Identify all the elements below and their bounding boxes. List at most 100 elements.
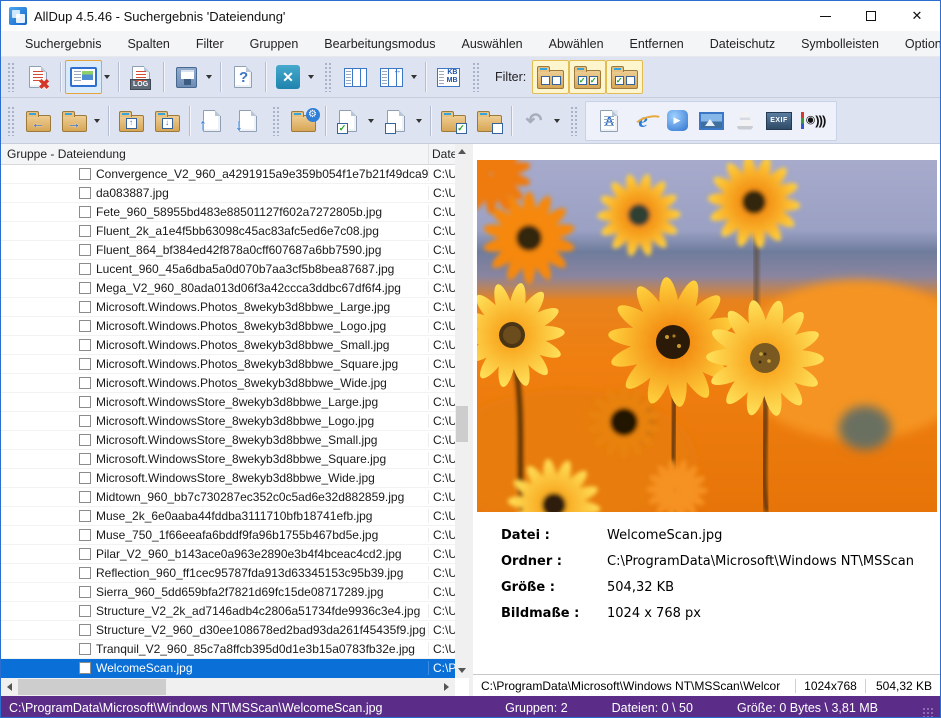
- select-folder-button[interactable]: ✓: [435, 104, 471, 138]
- menu-bearbeitungsmodus[interactable]: Bearbeitungsmodus: [311, 33, 448, 55]
- file-checkbox[interactable]: [79, 624, 91, 636]
- file-checkbox[interactable]: [79, 358, 91, 370]
- list-item[interactable]: Microsoft.WindowsStore_8wekyb3d8bbwe_Lar…: [1, 393, 455, 412]
- file-checkbox[interactable]: [79, 320, 91, 332]
- list-item[interactable]: Microsoft.Windows.Photos_8wekyb3d8bbwe_S…: [1, 355, 455, 374]
- horizontal-scrollbar[interactable]: [1, 678, 455, 696]
- vlc-button[interactable]: [728, 105, 762, 137]
- list-item[interactable]: Microsoft.Windows.Photos_8wekyb3d8bbwe_L…: [1, 298, 455, 317]
- column-header-path[interactable]: Date: [429, 144, 455, 164]
- vertical-scrollbar[interactable]: [455, 144, 469, 678]
- next-folder-button[interactable]: →: [56, 104, 92, 138]
- deselect-file-dropdown[interactable]: [416, 119, 422, 123]
- folder-down-button[interactable]: ↓: [149, 104, 185, 138]
- file-checkbox[interactable]: [79, 187, 91, 199]
- scroll-down-arrow[interactable]: [455, 663, 469, 678]
- list-item[interactable]: Muse_2k_6e0aaba44fddba3111710bfb18741efb…: [1, 507, 455, 526]
- list-item[interactable]: Structure_V2_960_d30ee108678ed2bad93da26…: [1, 621, 455, 640]
- list-item[interactable]: Microsoft.WindowsStore_8wekyb3d8bbwe_Log…: [1, 412, 455, 431]
- file-checkbox[interactable]: [79, 301, 91, 313]
- list-item[interactable]: Microsoft.Windows.Photos_8wekyb3d8bbwe_S…: [1, 336, 455, 355]
- resize-grip[interactable]: [922, 707, 934, 718]
- close-searchresult-button[interactable]: ✖: [20, 60, 56, 94]
- list-item[interactable]: Microsoft.Windows.Photos_8wekyb3d8bbwe_L…: [1, 317, 455, 336]
- column-width-dropdown[interactable]: [411, 75, 417, 79]
- file-checkbox[interactable]: [79, 586, 91, 598]
- toolbar-grip[interactable]: [7, 62, 14, 92]
- text-viewer-button[interactable]: A: [592, 105, 626, 137]
- select-file-button[interactable]: ✓: [330, 104, 366, 138]
- browser-button[interactable]: e: [626, 105, 660, 137]
- columns-button[interactable]: [337, 60, 373, 94]
- file-checkbox[interactable]: [79, 168, 91, 180]
- toolbar-grip[interactable]: [472, 62, 479, 92]
- maximize-button[interactable]: [848, 1, 894, 31]
- filesize-unit-button[interactable]: KBMB: [430, 60, 466, 94]
- list-item[interactable]: Microsoft.Windows.Photos_8wekyb3d8bbwe_W…: [1, 374, 455, 393]
- filter-mixed-button[interactable]: ✓: [606, 60, 643, 94]
- filter-checked-button[interactable]: ✓✓: [569, 60, 606, 94]
- file-checkbox[interactable]: [79, 263, 91, 275]
- menu-auswaehlen[interactable]: Auswählen: [448, 33, 535, 55]
- file-checkbox[interactable]: [79, 510, 91, 522]
- file-checkbox[interactable]: [79, 472, 91, 484]
- toolbar-grip[interactable]: [570, 106, 577, 136]
- menu-optionen[interactable]: Optionen: [892, 33, 941, 55]
- list-item[interactable]: Structure_V2_2k_ad7146adb4c2806a51734fde…: [1, 602, 455, 621]
- audio-player-button[interactable]: ◉))): [796, 105, 830, 137]
- filter-unchecked-button[interactable]: [532, 60, 569, 94]
- vertical-scroll-thumb[interactable]: [456, 406, 468, 442]
- file-checkbox[interactable]: [79, 225, 91, 237]
- list-item[interactable]: da083887.jpg C:\U: [1, 184, 455, 203]
- menu-symbolleisten[interactable]: Symbolleisten: [788, 33, 892, 55]
- preview-pane-button[interactable]: [65, 60, 102, 94]
- list-item[interactable]: Microsoft.WindowsStore_8wekyb3d8bbwe_Sma…: [1, 431, 455, 450]
- file-export-button[interactable]: ↑: [194, 104, 230, 138]
- menu-entfernen[interactable]: Entfernen: [617, 33, 697, 55]
- help-button[interactable]: ?: [225, 60, 261, 94]
- exif-viewer-button[interactable]: EXIF: [762, 105, 796, 137]
- file-checkbox[interactable]: [79, 643, 91, 655]
- close-window-button[interactable]: ✕: [270, 60, 306, 94]
- scroll-up-arrow[interactable]: [455, 144, 469, 159]
- save-dropdown[interactable]: [206, 75, 212, 79]
- list-item[interactable]: Tranquil_V2_960_85c7a8ffcb395d0d1e3b15a0…: [1, 640, 455, 659]
- menu-dateischutz[interactable]: Dateischutz: [697, 33, 788, 55]
- file-checkbox[interactable]: [79, 244, 91, 256]
- image-viewer-button[interactable]: [694, 105, 728, 137]
- menu-gruppen[interactable]: Gruppen: [237, 33, 312, 55]
- save-button[interactable]: [168, 60, 204, 94]
- file-checkbox[interactable]: [79, 662, 91, 674]
- file-checkbox[interactable]: [79, 605, 91, 617]
- undo-button[interactable]: ↶: [516, 104, 552, 138]
- deselect-folder-button[interactable]: [471, 104, 507, 138]
- close-window-dropdown[interactable]: [308, 75, 314, 79]
- file-checkbox[interactable]: [79, 567, 91, 579]
- folder-settings-button[interactable]: ⚙: [285, 104, 321, 138]
- list-item[interactable]: Mega_V2_960_80ada013d06f3a42ccca3ddbc67d…: [1, 279, 455, 298]
- file-checkbox[interactable]: [79, 396, 91, 408]
- undo-dropdown[interactable]: [554, 119, 560, 123]
- menu-spalten[interactable]: Spalten: [114, 33, 182, 55]
- media-player-button[interactable]: ▶: [660, 105, 694, 137]
- horizontal-scroll-thumb[interactable]: [18, 679, 166, 695]
- folder-up-button[interactable]: ↑: [113, 104, 149, 138]
- file-checkbox[interactable]: [79, 453, 91, 465]
- deselect-file-button[interactable]: [378, 104, 414, 138]
- list-item[interactable]: Midtown_960_bb7c730287ec352c0c5ad6e32d88…: [1, 488, 455, 507]
- list-item[interactable]: Fluent_2k_a1e4f5bb63098c45ac83afc5ed6e7c…: [1, 222, 455, 241]
- list-item[interactable]: Microsoft.WindowsStore_8wekyb3d8bbwe_Squ…: [1, 450, 455, 469]
- toolbar-grip[interactable]: [7, 106, 14, 136]
- file-checkbox[interactable]: [79, 491, 91, 503]
- scroll-left-arrow[interactable]: [1, 678, 18, 696]
- previous-folder-button[interactable]: ←: [20, 104, 56, 138]
- select-file-dropdown[interactable]: [368, 119, 374, 123]
- list-item[interactable]: Microsoft.WindowsStore_8wekyb3d8bbwe_Wid…: [1, 469, 455, 488]
- file-checkbox[interactable]: [79, 206, 91, 218]
- list-item[interactable]: Lucent_960_45a6dba5a0d070b7aa3cf5b8bea87…: [1, 260, 455, 279]
- toolbar-grip[interactable]: [272, 106, 279, 136]
- column-width-button[interactable]: [373, 60, 409, 94]
- file-checkbox[interactable]: [79, 548, 91, 560]
- file-checkbox[interactable]: [79, 415, 91, 427]
- minimize-button[interactable]: [802, 1, 848, 31]
